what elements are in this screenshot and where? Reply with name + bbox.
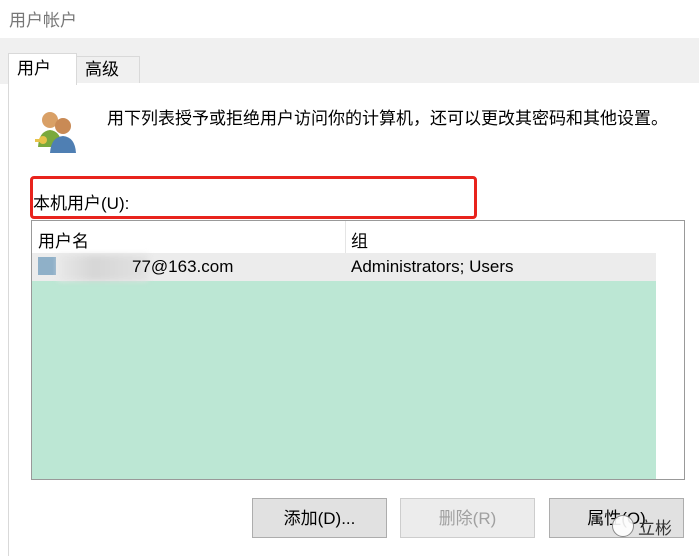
users-list[interactable]: 用户名 组 77@163.com Administrators; Users — [31, 220, 685, 480]
annotation-highlight-box — [30, 176, 477, 219]
tab-users[interactable]: 用户 — [8, 53, 77, 85]
description-text: 用下列表授予或拒绝用户访问你的计算机，还可以更改其密码和其他设置。 — [107, 109, 668, 128]
list-scrollbar-area[interactable] — [656, 221, 684, 479]
add-user-button[interactable]: 添加(D)... — [252, 498, 387, 538]
users-icon — [35, 112, 76, 153]
window-title: 用户帐户 — [9, 11, 77, 30]
column-header-group[interactable]: 组 — [351, 227, 368, 252]
column-header-username[interactable]: 用户名 — [38, 227, 89, 252]
user-row-icon — [38, 257, 56, 275]
row-username: 77@163.com — [132, 257, 234, 276]
wechat-icon — [612, 515, 634, 537]
tab-advanced[interactable]: 高级 — [76, 56, 140, 84]
watermark: 立彬 — [612, 512, 672, 540]
list-header: 用户名 组 — [32, 221, 656, 254]
column-divider[interactable] — [345, 221, 346, 253]
table-row[interactable]: 77@163.com Administrators; Users — [32, 253, 656, 281]
remove-user-button[interactable]: 删除(R) — [400, 498, 535, 538]
title-bar: 用户帐户 — [0, 0, 699, 38]
row-group: Administrators; Users — [351, 257, 514, 276]
tab-strip: 用户 高级 — [0, 38, 699, 85]
watermark-text: 立彬 — [638, 518, 672, 538]
